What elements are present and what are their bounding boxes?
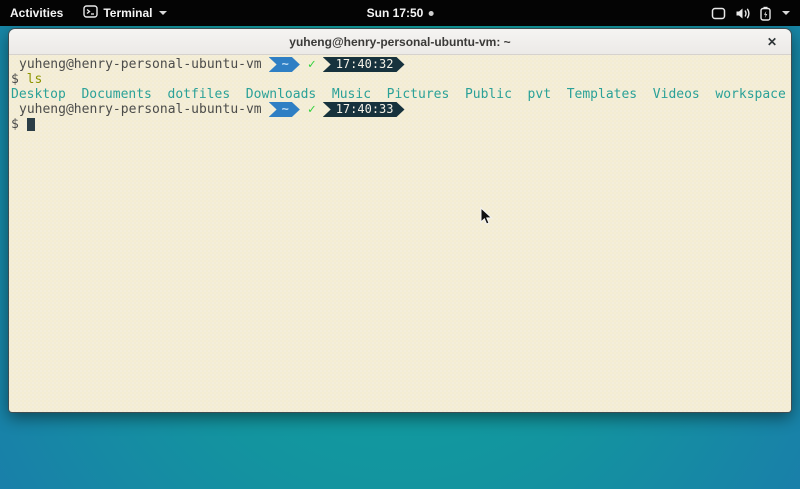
clock-label: Sun 17:50 (367, 6, 424, 20)
prompt-symbol: $ (11, 117, 19, 132)
window-title: yuheng@henry-personal-ubuntu-vm: ~ (289, 35, 510, 49)
prompt-time-segment: 17:40:33 (323, 102, 405, 117)
prompt-status-check-icon: ✓ (308, 102, 316, 117)
chevron-down-icon (159, 11, 167, 15)
ls-output: Desktop Documents dotfiles Downloads Mus… (11, 87, 791, 102)
command-line: $ ls (11, 72, 791, 87)
close-button[interactable]: ✕ (761, 29, 783, 54)
terminal-icon (83, 5, 98, 21)
prompt-line: yuheng@henry-personal-ubuntu-vm ~ ✓ 17:40:3… (11, 102, 791, 117)
prompt-symbol: $ (11, 72, 19, 87)
prompt-status-check-icon: ✓ (308, 57, 316, 72)
prompt-time-segment: 17:40:32 (323, 57, 405, 72)
prompt-user-host: yuheng@henry-personal-ubuntu-vm (19, 102, 262, 117)
titlebar[interactable]: yuheng@henry-personal-ubuntu-vm: ~ ✕ (9, 29, 791, 55)
screen-share-icon (711, 7, 726, 20)
mouse-pointer-icon (480, 207, 493, 231)
chevron-down-icon (782, 11, 790, 15)
clock-button[interactable]: Sun 17:50 (357, 0, 444, 26)
battery-charging-icon (760, 6, 771, 21)
prompt-line: yuheng@henry-personal-ubuntu-vm ~ ✓ 17:40:3… (11, 57, 791, 72)
prompt-path-segment: ~ (269, 57, 300, 72)
activities-button[interactable]: Activities (0, 0, 73, 26)
terminal-window: yuheng@henry-personal-ubuntu-vm: ~ ✕ yuh… (8, 28, 792, 413)
app-menu-label: Terminal (103, 6, 152, 20)
top-bar: Activities Terminal Sun 17:50 (0, 0, 800, 26)
volume-icon (735, 7, 751, 20)
text-cursor (27, 118, 35, 131)
activities-label: Activities (10, 6, 63, 20)
typed-command: ls (27, 72, 43, 87)
prompt-path-segment: ~ (269, 102, 300, 117)
notification-dot-icon (428, 11, 433, 16)
system-status-menu[interactable] (701, 0, 800, 26)
prompt-user-host: yuheng@henry-personal-ubuntu-vm (19, 57, 262, 72)
current-command-line: $ (11, 117, 791, 132)
terminal-content[interactable]: yuheng@henry-personal-ubuntu-vm ~ ✓ 17:40:3… (9, 55, 791, 412)
app-menu-terminal[interactable]: Terminal (73, 0, 177, 26)
